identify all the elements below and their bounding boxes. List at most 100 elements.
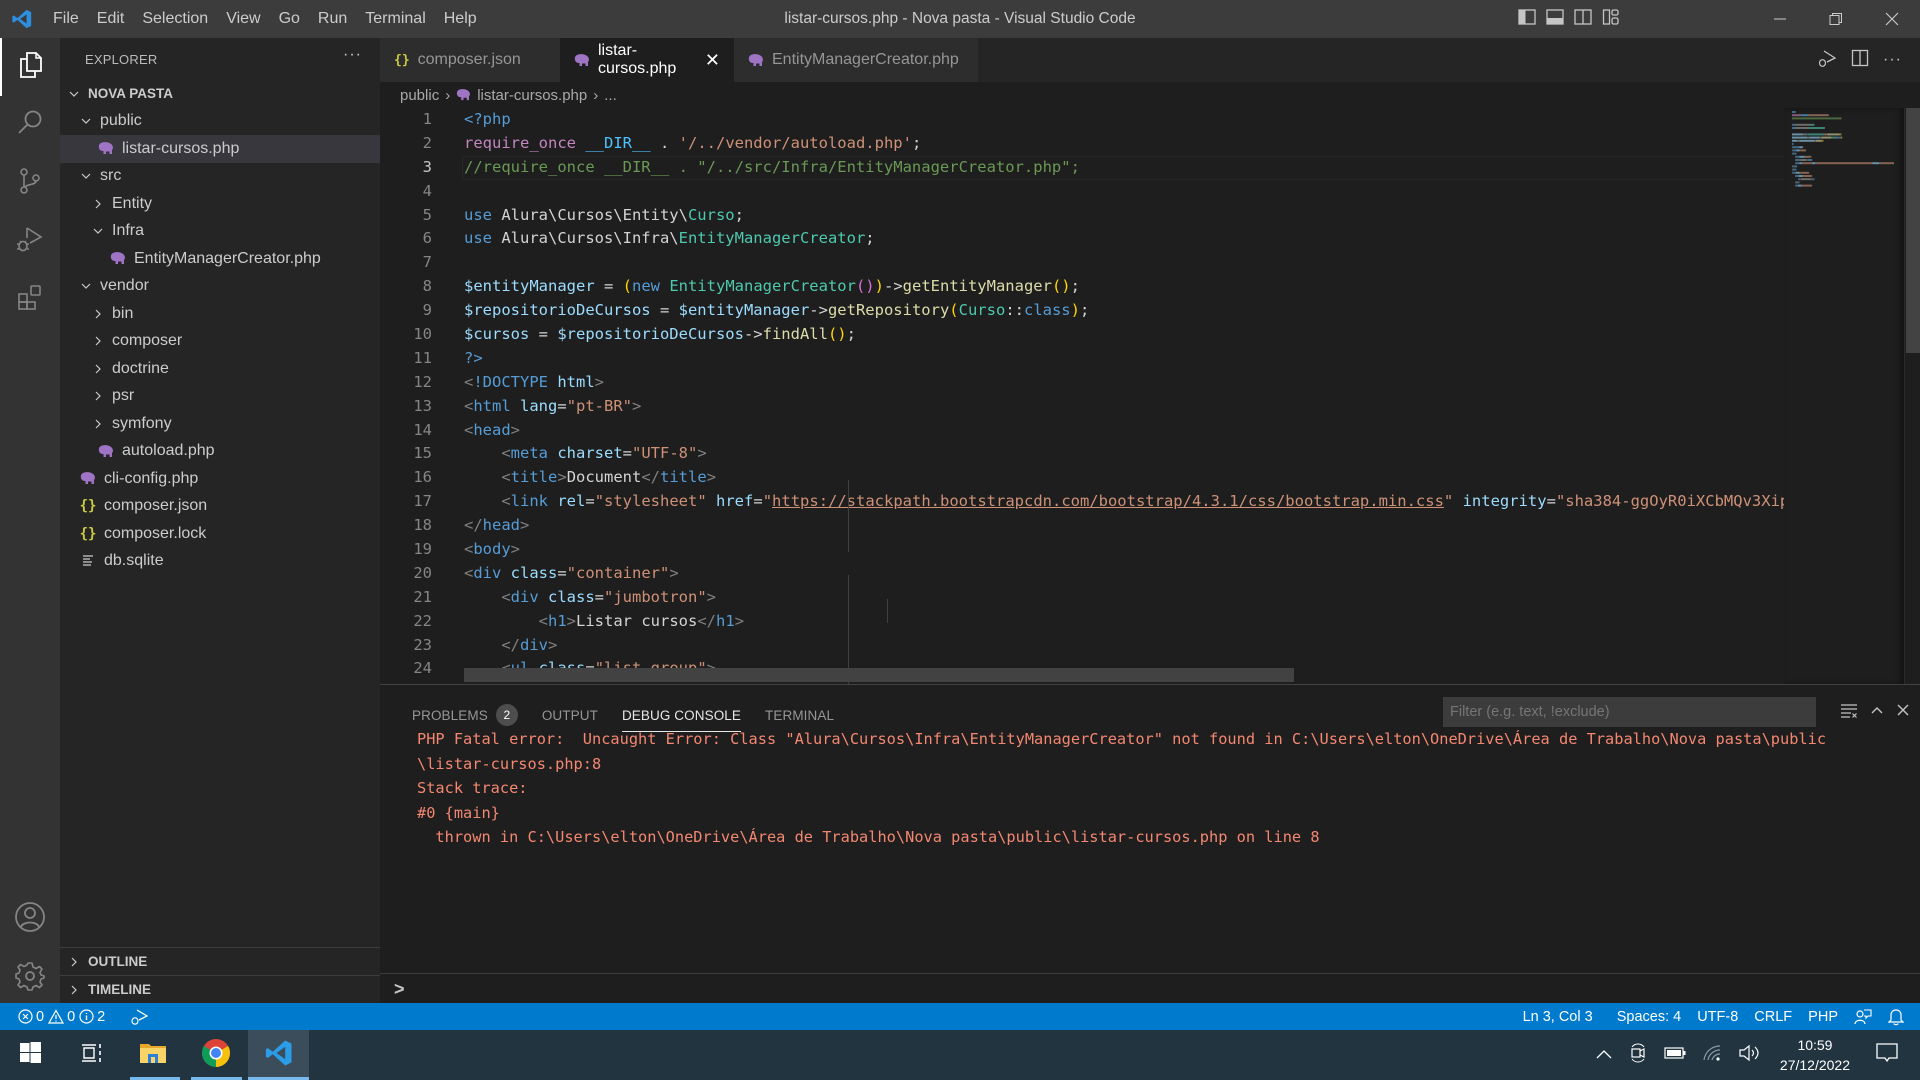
timeline-section[interactable]: TIMELINE [60, 975, 380, 1003]
tree-file[interactable]: listar-cursos.php [60, 135, 380, 163]
tree-file[interactable]: db.sqlite [60, 548, 380, 576]
show-hidden-icons-icon[interactable] [1596, 1046, 1612, 1064]
code-line: 4 [380, 180, 1780, 204]
more-actions-icon[interactable]: ··· [1883, 51, 1902, 69]
php-elephant-icon [78, 472, 98, 485]
end-of-line[interactable]: CRLF [1746, 1003, 1800, 1030]
tree-folder[interactable]: Entity [60, 190, 380, 218]
activity-source-control[interactable] [0, 154, 60, 212]
wifi-icon[interactable] [1702, 1044, 1722, 1067]
minimap[interactable] [1784, 108, 1904, 684]
filter-input[interactable] [1443, 697, 1816, 727]
meet-now-icon[interactable] [1628, 1043, 1648, 1068]
tree-file[interactable]: cli-config.php [60, 465, 380, 493]
code-token: __DIR__ [585, 133, 651, 152]
code-token[interactable]: https://stackpath.bootstrapcdn.com/boots… [772, 492, 1444, 510]
clear-console-icon[interactable] [1840, 702, 1858, 723]
activity-extensions[interactable] [0, 270, 60, 328]
menu-run[interactable]: Run [309, 0, 356, 38]
tree-item-label: autoload.php [122, 442, 215, 460]
customize-layout-icon[interactable] [1602, 8, 1620, 31]
tree-folder[interactable]: public [60, 108, 380, 136]
close-tab-icon[interactable]: ✕ [705, 50, 720, 71]
file-explorer-button[interactable] [122, 1030, 183, 1080]
workspace-root[interactable]: NOVA PASTA [60, 80, 380, 108]
run-debug-file-icon[interactable] [1817, 48, 1837, 73]
outline-section[interactable]: OUTLINE [60, 947, 380, 975]
task-view-button[interactable] [61, 1030, 122, 1080]
minimap-token [1795, 159, 1796, 161]
action-center-icon[interactable] [1876, 1042, 1898, 1068]
breadcrumb-symbol[interactable]: ... [604, 87, 617, 104]
tree-folder[interactable]: psr [60, 383, 380, 411]
clock[interactable]: 10:59 27/12/2022 [1780, 1035, 1850, 1075]
toggle-primary-sidebar-icon[interactable] [1518, 8, 1536, 31]
minimize-button[interactable] [1752, 0, 1808, 38]
problems-status[interactable]: 0 0 2 [0, 1003, 113, 1030]
activity-run-debug[interactable] [0, 212, 60, 270]
menu-help[interactable]: Help [435, 0, 486, 38]
activity-manage[interactable] [0, 949, 60, 1007]
activity-explorer[interactable] [0, 38, 60, 96]
menu-edit[interactable]: Edit [88, 0, 134, 38]
breadcrumb-folder[interactable]: public [400, 87, 439, 104]
tree-file[interactable]: {} composer.json [60, 493, 380, 521]
line-text: $repositorioDeCursos = $entityManager->g… [464, 299, 1089, 323]
tree-folder[interactable]: bin [60, 300, 380, 328]
code-editor[interactable]: 1 <?php 2 require_once __DIR__ . '/../vendo… [380, 108, 1920, 684]
tree-folder[interactable]: symfony [60, 410, 380, 438]
scrollbar-thumb[interactable] [1906, 108, 1920, 353]
close-window-button[interactable] [1864, 0, 1920, 38]
menu-terminal[interactable]: Terminal [356, 0, 434, 38]
tab-entity-manager-creator[interactable]: EntityManagerCreator.php [734, 38, 978, 82]
more-actions-icon[interactable]: ··· [343, 46, 362, 64]
chrome-button[interactable] [185, 1030, 246, 1080]
cursor-position[interactable]: Ln 3, Col 3 [1515, 1003, 1601, 1030]
tree-folder[interactable]: vendor [60, 273, 380, 301]
tree-folder[interactable]: doctrine [60, 355, 380, 383]
tree-folder[interactable]: src [60, 163, 380, 191]
tree-folder[interactable]: composer [60, 328, 380, 356]
close-panel-icon[interactable] [1896, 703, 1910, 722]
volume-icon[interactable] [1738, 1044, 1760, 1067]
menu-go[interactable]: Go [270, 0, 309, 38]
tree-file[interactable]: autoload.php [60, 438, 380, 466]
language-mode[interactable]: PHP [1800, 1003, 1846, 1030]
toggle-secondary-sidebar-icon[interactable] [1574, 8, 1592, 31]
tab-listar-cursos[interactable]: listar-cursos.php ✕ [560, 38, 734, 82]
feedback-icon[interactable] [1846, 1003, 1880, 1030]
clock-time: 10:59 [1797, 1037, 1833, 1053]
battery-icon[interactable] [1664, 1046, 1686, 1064]
tree-file[interactable]: {} composer.lock [60, 520, 380, 548]
menu-view[interactable]: View [217, 0, 269, 38]
start-button[interactable] [0, 1030, 61, 1080]
tab-composer-json[interactable]: {} composer.json [380, 38, 560, 82]
code-token: > [734, 611, 745, 630]
activity-accounts[interactable] [0, 890, 60, 948]
maximize-panel-icon[interactable] [1870, 703, 1884, 722]
activity-bar [0, 38, 60, 1003]
breadcrumb-file[interactable]: listar-cursos.php [477, 87, 587, 104]
activity-search[interactable] [0, 96, 60, 154]
debug-status[interactable] [121, 1003, 157, 1030]
minimap-token [1810, 155, 1812, 158]
line-number: 20 [413, 563, 432, 582]
minimap-token [1795, 155, 1796, 158]
code-line: 22 <h1>Listar cursos</h1> [380, 610, 1780, 634]
notifications-bell-icon[interactable] [1880, 1003, 1912, 1030]
split-editor-icon[interactable] [1851, 49, 1869, 72]
toggle-panel-icon[interactable] [1546, 8, 1564, 31]
debug-console-input[interactable]: > [380, 973, 1920, 1004]
vscode-taskbar-button[interactable] [248, 1030, 309, 1080]
menu-file[interactable]: File [44, 0, 88, 38]
indentation[interactable]: Spaces: 4 [1609, 1003, 1690, 1030]
horizontal-scrollbar[interactable] [464, 668, 1294, 682]
restore-button[interactable] [1808, 0, 1864, 38]
vertical-scrollbar[interactable] [1904, 108, 1920, 684]
menu-selection[interactable]: Selection [133, 0, 217, 38]
encoding[interactable]: UTF-8 [1689, 1003, 1746, 1030]
tree-folder[interactable]: Infra [60, 218, 380, 246]
system-tray: 10:59 27/12/2022 [1588, 1030, 1920, 1080]
code-token: > [510, 540, 521, 559]
tree-file[interactable]: EntityManagerCreator.php [60, 245, 380, 273]
